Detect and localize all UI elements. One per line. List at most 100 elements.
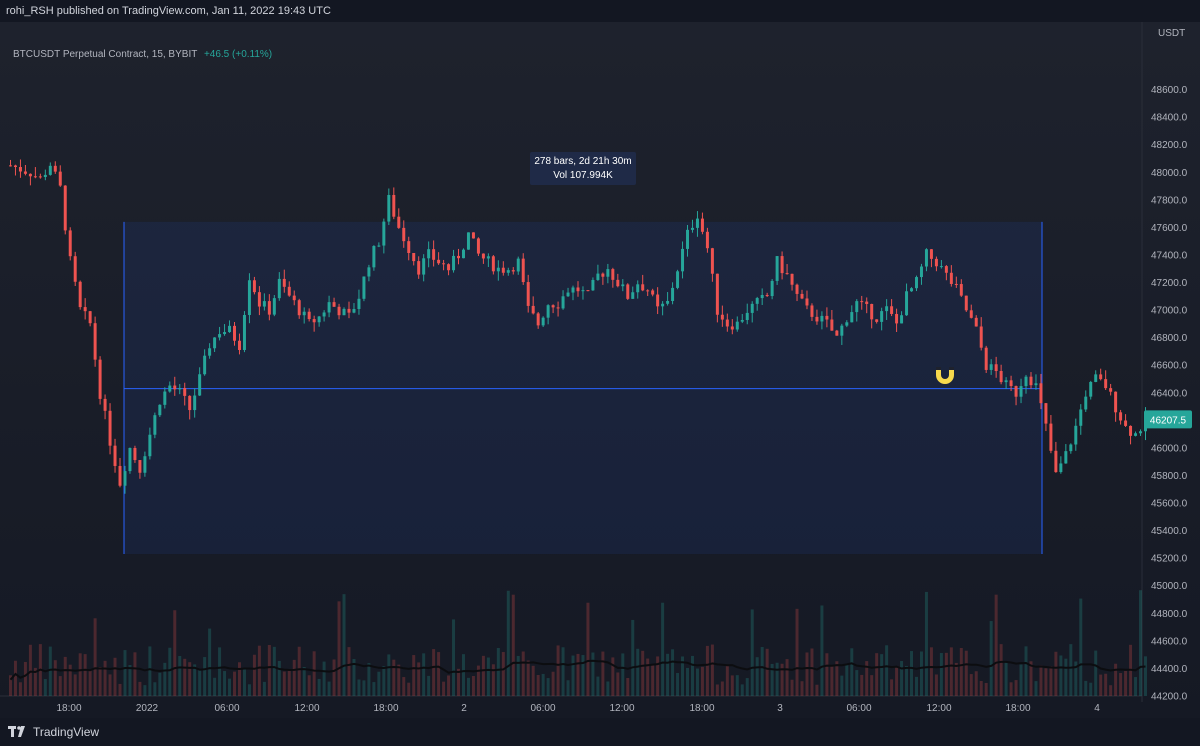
range-label-bars: 278 bars, 2d 21h 30m bbox=[534, 156, 631, 167]
candle-body bbox=[1049, 423, 1053, 451]
volume-bar bbox=[591, 652, 595, 696]
volume-bar bbox=[312, 651, 316, 696]
candle-body bbox=[18, 167, 22, 172]
volume-bar bbox=[840, 675, 844, 696]
volume-bar bbox=[944, 652, 948, 696]
price-tick-label: 44200.0 bbox=[1151, 692, 1188, 703]
candle-body bbox=[108, 410, 112, 446]
volume-bar bbox=[18, 682, 22, 696]
candle-body bbox=[924, 249, 928, 267]
price-tick-label: 48200.0 bbox=[1151, 140, 1188, 151]
candle-body bbox=[392, 194, 396, 217]
candle-body bbox=[83, 307, 87, 312]
time-tick-label: 18:00 bbox=[56, 703, 81, 714]
volume-bar bbox=[830, 666, 834, 696]
volume-bar bbox=[656, 656, 660, 696]
last-price-label: 46207.5 bbox=[1150, 415, 1187, 426]
volume-bar bbox=[163, 662, 167, 696]
candle-body bbox=[715, 273, 719, 315]
candle-body bbox=[765, 294, 769, 297]
chart-area[interactable]: BTCUSDT Perpetual Contract, 15, BYBIT +4… bbox=[0, 22, 1200, 718]
candle-body bbox=[23, 171, 27, 174]
candle-body bbox=[63, 185, 67, 231]
volume-bar bbox=[218, 647, 222, 696]
price-tick-label: 45200.0 bbox=[1151, 554, 1188, 565]
candle-body bbox=[188, 395, 192, 411]
volume-bar bbox=[621, 653, 625, 696]
volume-bar bbox=[307, 675, 311, 696]
volume-bar bbox=[412, 655, 416, 696]
volume-bar bbox=[1024, 646, 1028, 696]
candle-body bbox=[382, 221, 386, 246]
volume-bar bbox=[442, 681, 446, 696]
volume-bar bbox=[277, 660, 281, 696]
volume-bar bbox=[880, 654, 884, 696]
volume-bar bbox=[810, 648, 814, 696]
volume-bar bbox=[1044, 668, 1048, 696]
candle-body bbox=[93, 323, 97, 360]
volume-bar bbox=[1109, 685, 1113, 696]
volume-bar bbox=[695, 668, 699, 696]
candle-body bbox=[447, 264, 451, 271]
price-chart[interactable]: USDT 48600.0 48400.0 48200.0 48000.0 47800.0 4… bbox=[0, 22, 1200, 718]
candle-body bbox=[437, 259, 441, 264]
volume-bar bbox=[1009, 682, 1013, 696]
candle-body bbox=[48, 165, 52, 175]
candle-body bbox=[546, 305, 550, 318]
candle-body bbox=[900, 315, 904, 324]
time-tick-label: 06:00 bbox=[530, 703, 555, 714]
volume-bar bbox=[1039, 665, 1043, 696]
volume-bar bbox=[915, 676, 918, 696]
candle-body bbox=[1024, 376, 1028, 387]
candle-body bbox=[1089, 381, 1093, 397]
volume-bar bbox=[103, 660, 107, 696]
candle-body bbox=[695, 218, 699, 228]
candle-body bbox=[302, 311, 306, 316]
candle-body bbox=[656, 294, 660, 307]
candle-body bbox=[775, 256, 779, 281]
candle-body bbox=[476, 238, 480, 254]
volume-bar bbox=[870, 675, 874, 696]
candle-body bbox=[203, 355, 207, 375]
volume-bar bbox=[481, 655, 485, 696]
volume-bar bbox=[755, 657, 759, 696]
volume-bar bbox=[452, 619, 456, 696]
volume-bar bbox=[526, 660, 530, 696]
candle-body bbox=[88, 311, 92, 324]
volume-bar bbox=[13, 660, 17, 696]
candle-body bbox=[641, 284, 645, 291]
volume-bar bbox=[58, 676, 62, 696]
candle-body bbox=[143, 456, 147, 473]
price-tick-label: 48600.0 bbox=[1151, 85, 1188, 96]
candle-body bbox=[984, 347, 988, 370]
candle-body bbox=[347, 308, 351, 313]
volume-bar bbox=[800, 681, 804, 696]
candle-body bbox=[397, 216, 401, 228]
volume-bar bbox=[939, 653, 943, 696]
candle-body bbox=[1014, 386, 1018, 397]
candle-body bbox=[681, 248, 685, 272]
volume-bar bbox=[676, 673, 680, 696]
candle-body bbox=[68, 230, 72, 257]
volume-bar bbox=[342, 594, 346, 696]
candle-body bbox=[173, 385, 177, 390]
candle-body bbox=[954, 283, 958, 285]
volume-bar bbox=[118, 683, 122, 696]
volume-bar bbox=[322, 661, 326, 696]
volume-bar bbox=[337, 601, 341, 696]
candle-body bbox=[1074, 425, 1078, 445]
volume-bar bbox=[332, 659, 336, 696]
price-tick-label: 45600.0 bbox=[1151, 499, 1188, 510]
candle-body bbox=[1104, 379, 1108, 389]
volume-bar bbox=[705, 645, 709, 696]
volume-bar bbox=[372, 682, 376, 696]
volume-bar bbox=[979, 680, 983, 696]
volume-bar bbox=[616, 672, 620, 696]
volume-bar bbox=[93, 618, 97, 696]
volume-bar bbox=[28, 644, 32, 696]
candle-body bbox=[357, 298, 361, 310]
candle-body bbox=[422, 258, 426, 275]
volume-bar bbox=[710, 644, 714, 696]
volume-bar bbox=[581, 655, 585, 696]
candle-body bbox=[969, 310, 973, 318]
